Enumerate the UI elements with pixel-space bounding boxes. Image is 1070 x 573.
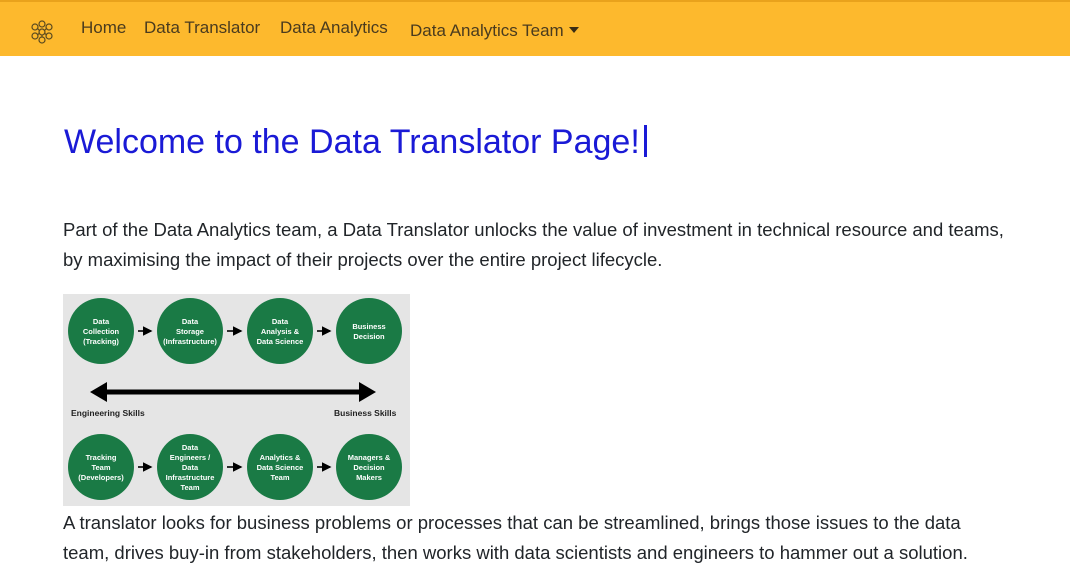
network-molecule-icon[interactable] [29,19,55,45]
top-circle-2-line-2: Data Science [257,337,304,346]
bottom-circle-3-line-1: Decision [353,463,385,472]
business-skills-label: Business Skills [334,408,397,418]
intro-line-2: by maximising the impact of their projec… [63,249,663,270]
bottom-circle-0-line-2: (Developers) [78,473,124,482]
top-circle-0-line-2: (Tracking) [83,337,119,346]
top-circle-2-line-0: Data [272,317,289,326]
top-circle-0-line-1: Collection [83,327,120,336]
top-circle-2-line-1: Analysis & [261,327,300,336]
bottom-circle-2-line-1: Data Science [257,463,304,472]
top-circle-3-line-0: Business [352,322,385,331]
bottom-circle-1-line-4: Team [180,483,199,492]
top-circle-0-line-0: Data [93,317,110,326]
translator-line-1: A translator looks for business problems… [63,512,961,533]
intro-line-1: Part of the Data Analytics team, a Data … [63,219,1004,240]
translator-paragraph: A translator looks for business problems… [63,508,968,568]
intro-paragraph: Part of the Data Analytics team, a Data … [63,215,1004,275]
top-circle-3 [336,298,402,364]
nav-home[interactable]: Home [81,18,126,38]
bottom-circle-2-line-0: Analytics & [260,453,301,462]
bottom-circle-1-line-3: Infrastructure [166,473,215,482]
bottom-circle-3-line-0: Managers & [348,453,391,462]
dropdown-label: Data Analytics Team [410,21,564,40]
bottom-circle-1-line-0: Data [182,443,199,452]
data-lifecycle-diagram: DataCollection(Tracking)DataStorage(Infr… [63,294,410,506]
nav-data-translator[interactable]: Data Translator [144,18,260,38]
bottom-circle-2-line-2: Team [270,473,289,482]
translator-line-2: team, drives buy-in from stakeholders, t… [63,542,968,563]
typing-cursor [643,125,647,157]
bottom-circle-0-line-0: Tracking [86,453,117,462]
bottom-circle-0-line-1: Team [91,463,110,472]
page-title-text: Welcome to the Data Translator Page! [64,123,640,161]
page-title: Welcome to the Data Translator Page! [64,123,647,162]
caret-down-icon [568,27,579,33]
bottom-circle-1-line-1: Engineers / [170,453,211,462]
top-navbar: Home Data Translator Data Analytics Data… [0,0,1070,56]
top-circle-1-line-1: Storage [176,327,204,336]
bottom-circle-1-line-2: Data [182,463,199,472]
top-circle-1-line-2: (Infrastructure) [163,337,217,346]
top-circle-3-line-1: Decision [353,332,385,341]
nav-data-analytics-team-dropdown[interactable]: Data Analytics Team [410,21,579,41]
bottom-circle-3-line-2: Makers [356,473,382,482]
nav-data-analytics[interactable]: Data Analytics [280,18,388,38]
engineering-skills-label: Engineering Skills [71,408,145,418]
top-circle-1-line-0: Data [182,317,199,326]
